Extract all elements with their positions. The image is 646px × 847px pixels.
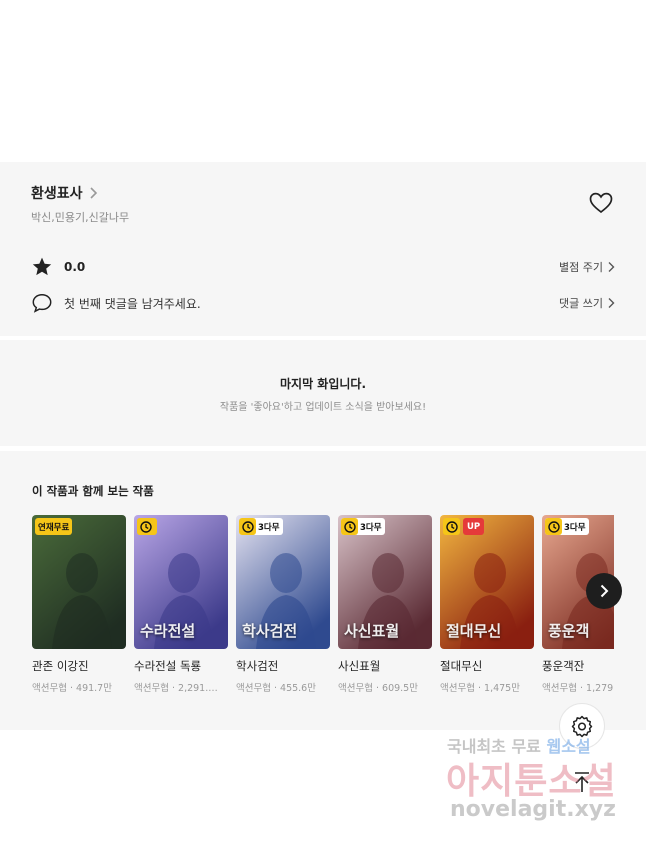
cover-thumbnail: 학사검전 3다무: [236, 515, 330, 649]
cover-title-art: 학사검전: [242, 622, 298, 640]
card-title: 수라전설 독룡: [134, 659, 202, 673]
heart-icon[interactable]: [589, 192, 613, 214]
recommendation-carousel: 연재무료 관존 이강진 액션무협 · 491.7만 수라전설 수라전설 독룡 액션무협 ·…: [32, 515, 614, 705]
card-meta: 액션무협 · 491.7만: [32, 683, 112, 694]
cover-title-art: 수라전설: [140, 622, 196, 640]
card-meta: 액션무협 · 609.5만: [338, 683, 418, 694]
wait-free-badge: 3다무: [341, 518, 385, 535]
clock-icon: [343, 520, 356, 533]
work-authors: 박신,민용기,신갈나무: [31, 211, 130, 224]
comment-row: 첫 번째 댓글을 남겨주세요. 댓글 쓰기: [31, 292, 615, 314]
clock-icon: [139, 520, 152, 533]
wait-free-badge: [137, 518, 157, 535]
recommendation-card[interactable]: 사신표월 3다무사신표월액션무협 · 609.5만: [338, 515, 432, 694]
card-meta: 액션무협 · 1,279만: [542, 683, 614, 694]
rate-button[interactable]: 별점 주기: [559, 259, 615, 275]
cover-art: [32, 515, 126, 649]
section-divider: [0, 446, 646, 450]
comment-prompt: 첫 번째 댓글을 남겨주세요.: [64, 296, 201, 311]
last-episode-subtitle: 작품을 '좋아요'하고 업데이트 소식을 받아보세요!: [219, 402, 427, 413]
card-meta: 액션무협 · 1,475만: [440, 683, 520, 694]
recommendations-section: 이 작품과 함께 보는 작품 연재무료 관존 이강진 액션무협 · 491.7만 수라…: [0, 451, 646, 730]
cover-thumbnail: 연재무료: [32, 515, 126, 649]
last-episode-notice: 마지막 화입니다. 작품을 '좋아요'하고 업데이트 소식을 받아보세요!: [0, 340, 646, 446]
recommendation-card[interactable]: 연재무료관존 이강진액션무협 · 491.7만: [32, 515, 126, 694]
clock-icon: [547, 520, 560, 533]
carousel-next-button[interactable]: [586, 573, 622, 609]
up-badge: UP: [443, 518, 485, 535]
wait-free-badge: 3다무: [545, 518, 589, 535]
chevron-right-icon: [608, 298, 615, 308]
chevron-right-icon: [600, 584, 609, 598]
free-badge: 연재무료: [35, 518, 73, 535]
card-title: 절대무신: [440, 659, 483, 673]
work-title: 환생표사: [31, 186, 83, 202]
cover-thumbnail: 절대무신 UP: [440, 515, 534, 649]
watermark-line3: novelagit.xyz: [450, 797, 616, 822]
card-meta: 액션무협 · 2,291.6만: [134, 683, 222, 694]
star-icon: [32, 257, 52, 276]
recommendation-card[interactable]: 학사검전 3다무학사검전액션무협 · 455.6만: [236, 515, 330, 694]
card-title: 학사검전: [236, 659, 279, 673]
rate-button-label: 별점 주기: [559, 261, 603, 274]
cover-title-art: 절대무신: [446, 622, 502, 640]
card-title: 풍운객잔: [542, 659, 585, 673]
rating-value: 0.0: [64, 260, 86, 274]
write-comment-label: 댓글 쓰기: [559, 297, 603, 310]
cover-title-art: 사신표월: [344, 622, 400, 640]
rating-row: 0.0 별점 주기: [31, 256, 615, 278]
cover-thumbnail: 사신표월 3다무: [338, 515, 432, 649]
chevron-right-icon: [89, 187, 97, 199]
clock-icon: [241, 520, 254, 533]
comment-bubble-icon: [32, 294, 52, 313]
recommendation-card[interactable]: 절대무신 UP 절대무신액션무협 · 1,475만: [440, 515, 534, 694]
recommendation-card[interactable]: 수라전설수라전설 독룡액션무협 · 2,291.6만: [134, 515, 228, 694]
work-info-panel: 환생표사 박신,민용기,신갈나무 0.0 별점 주기 첫 번째 댓글을 남겨주세…: [0, 162, 646, 336]
chevron-right-icon: [608, 262, 615, 272]
card-title: 사신표월: [338, 659, 381, 673]
cover-title-art: 풍운객: [548, 622, 590, 640]
wait-free-badge: 3다무: [239, 518, 283, 535]
work-title-link[interactable]: 환생표사: [31, 183, 99, 203]
last-episode-title: 마지막 화입니다.: [279, 377, 367, 391]
top-blank-area: [0, 0, 646, 162]
cover-thumbnail: 수라전설: [134, 515, 228, 649]
card-title: 관존 이강진: [32, 659, 89, 673]
recommendations-heading: 이 작품과 함께 보는 작품: [32, 484, 154, 498]
clock-icon: [445, 520, 458, 533]
card-meta: 액션무협 · 455.6만: [236, 683, 316, 694]
write-comment-button[interactable]: 댓글 쓰기: [559, 295, 615, 311]
